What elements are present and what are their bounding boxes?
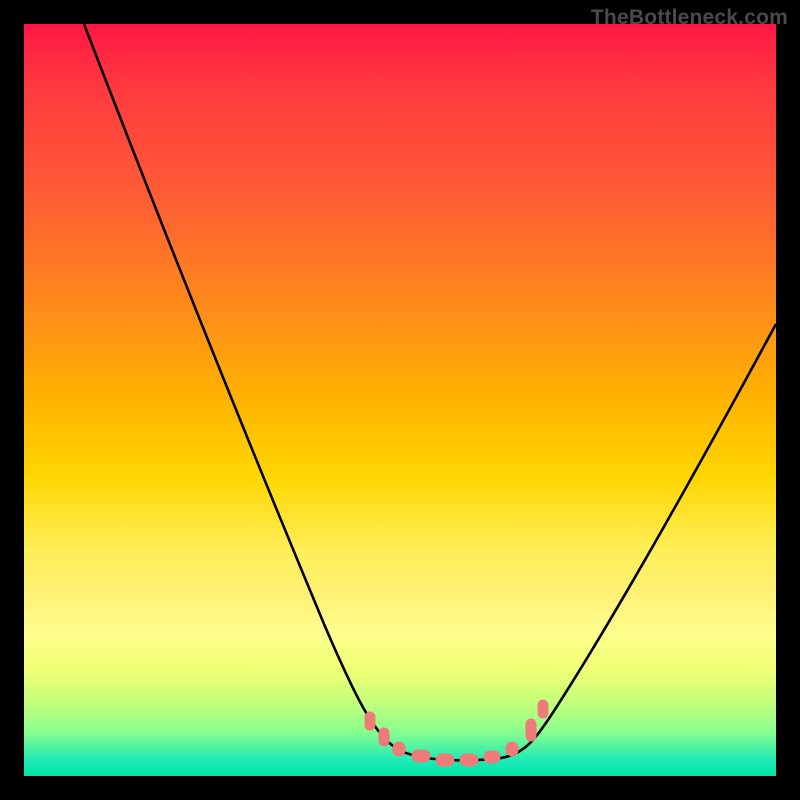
marker-dot [526, 719, 536, 741]
marker-dot [365, 712, 375, 730]
bottleneck-curve [84, 24, 776, 760]
bottleneck-curve-svg [24, 24, 776, 776]
watermark-text: TheBottleneck.com [591, 6, 788, 30]
marker-dot [393, 742, 405, 756]
optimal-range-markers [365, 700, 548, 766]
marker-dot [506, 742, 518, 756]
marker-dot [538, 700, 548, 718]
marker-dot [379, 728, 389, 746]
marker-dot [412, 750, 430, 762]
marker-dot [460, 754, 478, 766]
marker-dot [436, 754, 454, 766]
marker-dot [484, 751, 500, 763]
chart-frame: TheBottleneck.com [0, 0, 800, 800]
